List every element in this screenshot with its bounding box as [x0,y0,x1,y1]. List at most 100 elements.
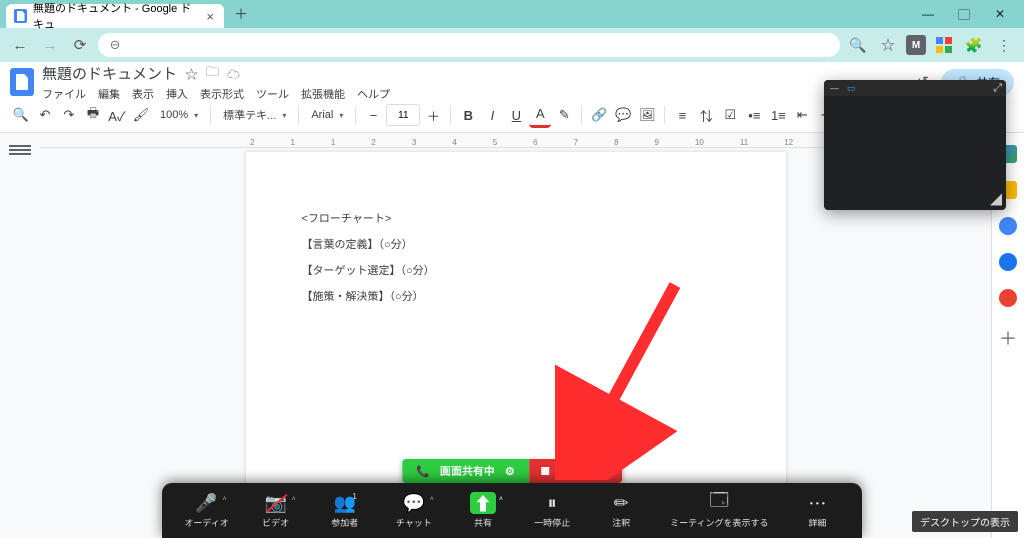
sharing-indicator[interactable]: 📞 画面共有中 ⚙ [402,459,529,483]
search-menus-icon[interactable]: 🔍 [10,104,32,126]
zoom-share-button[interactable]: ⬆ ˄ 共有 [457,492,509,529]
extensions-puzzle-icon[interactable]: 🧩 [962,33,986,57]
camera-icon: 📷 [264,492,286,514]
print-icon[interactable]: 🖶 [82,104,104,126]
window-minimize-button[interactable]: — [910,2,946,26]
chevron-up-icon[interactable]: ˄ [292,496,296,503]
font-size-minus[interactable]: − [362,104,384,126]
paint-format-icon[interactable]: 🖌 [130,104,152,126]
site-info-icon[interactable]: ⊖ [108,38,122,52]
pencil-icon: ✏ [614,492,629,514]
stop-share-button[interactable]: 共有の停止 [529,459,622,483]
extension-m-icon[interactable]: M [906,35,926,55]
chevron-up-icon[interactable]: ˄ [222,496,226,503]
get-addons-icon[interactable]: ＋ [999,325,1017,351]
document-line[interactable]: 【施策・解決策】（○分） [302,286,730,308]
chat-icon: 💬 [403,492,425,514]
document-line[interactable]: 【言葉の定義】（○分） [302,234,730,256]
tasks-icon[interactable] [999,217,1017,235]
contacts-icon[interactable] [999,253,1017,271]
pip-expand-icon[interactable]: ⤢ [993,82,1002,95]
cloud-status-icon[interactable]: ☁ [227,64,240,83]
italic-icon[interactable]: I [481,104,503,126]
outline-toggle-icon[interactable] [9,145,31,161]
undo-icon[interactable]: ↶ [34,104,56,126]
zoom-participants-button[interactable]: 👥 1 参加者 [319,492,371,529]
zoom-annotate-label: 注釈 [612,516,630,529]
star-icon[interactable]: ☆ [185,64,198,83]
browser-tab[interactable]: 無題のドキュメント - Google ドキュ × [6,4,224,28]
font-size-input[interactable] [386,104,420,126]
text-color-icon[interactable]: A [529,103,551,128]
menu-format[interactable]: 表示形式 [200,86,244,102]
zoom-show-meeting-button[interactable]: 🗔 ミーティングを表示する [664,492,774,529]
menu-file[interactable]: ファイル [42,86,86,102]
menu-edit[interactable]: 編集 [98,86,120,102]
numbered-list-icon[interactable]: 1≡ [767,104,789,126]
browser-menu-icon[interactable]: ⋮ [992,33,1016,57]
zoom-more-button[interactable]: ⋯ 詳細 [791,492,843,529]
document-line[interactable]: <フローチャート> [302,208,730,230]
pip-minimize-icon[interactable]: — [830,83,839,93]
pip-titlebar[interactable]: — ▭ [824,80,1006,96]
zoom-share-label: 共有 [474,516,492,529]
highlight-icon[interactable]: ✎ [553,104,575,126]
checklist-icon[interactable]: ☑ [719,104,741,126]
back-button[interactable]: ← [8,33,32,57]
docs-logo-icon[interactable] [10,68,34,96]
mic-icon: 🎤 [195,492,217,514]
tab-close-icon[interactable]: × [206,9,214,24]
zoom-chat-button[interactable]: 💬 ˄ チャット [388,492,440,529]
window-icon: 🗔 [710,492,730,514]
window-maximize-button[interactable]: ▢ [946,2,982,26]
extension-google-icon[interactable] [932,33,956,57]
menu-extensions[interactable]: 拡張機能 [301,86,345,102]
spellcheck-icon[interactable]: A✓ [106,104,128,126]
chevron-up-icon[interactable]: ˄ [499,496,503,503]
align-icon[interactable]: ≡ [671,104,693,126]
document-line[interactable]: 【ターゲット選定】（○分） [302,260,730,282]
zoom-pause-label: 一時停止 [534,516,570,529]
move-icon[interactable]: 🗀 [206,63,219,85]
window-close-button[interactable]: ✕ [982,2,1018,26]
zoom-show-meeting-label: ミーティングを表示する [670,516,768,529]
zoom-audio-button[interactable]: 🎤 ˄ オーディオ [181,492,233,529]
zoom-level-icon[interactable]: 🔍 [846,33,870,57]
font-size-plus[interactable]: ＋ [422,104,444,126]
tab-title: 無題のドキュメント - Google ドキュ [33,0,200,32]
zoom-more-label: 詳細 [808,516,826,529]
pip-resize-handle-icon[interactable]: ◢ [990,191,1002,208]
zoom-video-button[interactable]: 📷 ˄ ビデオ [250,492,302,529]
redo-icon[interactable]: ↷ [58,104,80,126]
menu-help[interactable]: ヘルプ [357,86,390,102]
url-bar[interactable]: ⊖ [98,33,840,57]
indent-decrease-icon[interactable]: ⇤ [791,104,813,126]
chevron-up-icon[interactable]: ˄ [430,496,434,503]
menu-view[interactable]: 表示 [132,86,154,102]
maps-icon[interactable] [999,289,1017,307]
styles-select[interactable]: 標準テキ... [217,104,292,126]
dropdown-icon: ⚙ [505,465,515,478]
pip-maximize-icon[interactable]: ▭ [847,83,856,94]
zoom-select[interactable]: 100% [154,104,204,126]
image-icon[interactable]: 🖼 [636,104,658,126]
underline-icon[interactable]: U [505,104,527,126]
link-icon[interactable]: 🔗 [588,104,610,126]
comment-icon[interactable]: 💬 [612,104,634,126]
menu-tools[interactable]: ツール [256,86,289,102]
menu-insert[interactable]: 挿入 [166,86,188,102]
pip-window[interactable]: — ▭ ⤢ ◢ [824,80,1006,210]
bookmark-star-icon[interactable]: ☆ [876,33,900,57]
zoom-annotate-button[interactable]: ✏ 注釈 [595,492,647,529]
bulleted-list-icon[interactable]: •≡ [743,104,765,126]
line-spacing-icon[interactable]: ⇅ [695,104,717,126]
new-tab-button[interactable]: ＋ [232,5,250,23]
document-title[interactable]: 無題のドキュメント [42,63,177,84]
zoom-pause-button[interactable]: ⏸ 一時停止 [526,492,578,529]
forward-button[interactable]: → [38,33,62,57]
docs-favicon [14,9,27,23]
zoom-video-label: ビデオ [262,516,289,529]
bold-icon[interactable]: B [457,104,479,126]
reload-button[interactable]: ⟳ [68,33,92,57]
font-select[interactable]: Arial [305,104,349,126]
